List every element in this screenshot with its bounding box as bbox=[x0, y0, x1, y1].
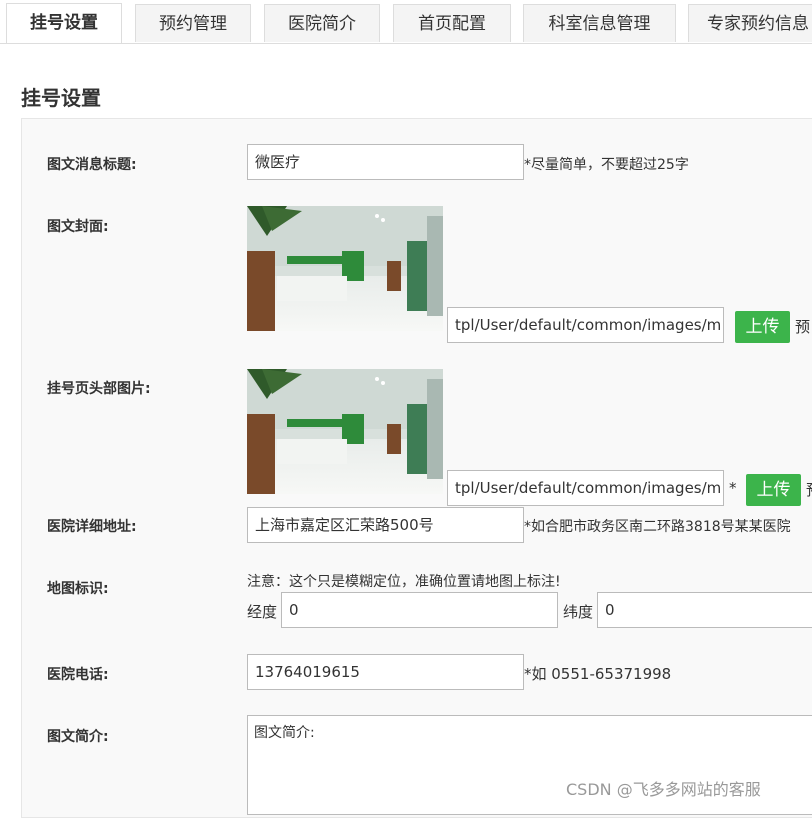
cover-label: 图文封面: bbox=[47, 219, 109, 235]
tab-expert-appointments[interactable]: 专家预约信息 bbox=[688, 4, 812, 42]
news-title-input[interactable]: 微医疗 bbox=[247, 144, 524, 180]
header-image-preview-link[interactable]: 预 bbox=[806, 479, 812, 500]
longitude-label: 经度 bbox=[247, 603, 278, 621]
header-image-path-input[interactable]: tpl/User/default/common/images/m bbox=[447, 470, 724, 506]
news-title-label: 图文消息标题: bbox=[47, 157, 137, 173]
address-input[interactable]: 上海市嘉定区汇荣路500号 bbox=[247, 507, 524, 543]
cover-path-input[interactable]: tpl/User/default/common/images/m bbox=[447, 307, 724, 343]
cover-preview-link[interactable]: 预 bbox=[795, 316, 810, 337]
tab-department-management[interactable]: 科室信息管理 bbox=[523, 4, 676, 42]
tab-registration-settings[interactable]: 挂号设置 bbox=[6, 3, 122, 43]
map-label: 地图标识: bbox=[47, 581, 109, 597]
intro-label: 图文简介: bbox=[47, 729, 109, 745]
tab-bar: 挂号设置 预约管理 医院简介 首页配置 科室信息管理 专家预约信息 bbox=[0, 0, 812, 44]
longitude-input[interactable]: 0 bbox=[281, 592, 558, 628]
news-title-hint: *尽量简单，不要超过25字 bbox=[524, 157, 689, 173]
header-image-required-star: * bbox=[729, 479, 737, 497]
header-image-preview bbox=[247, 369, 443, 494]
cover-image-preview bbox=[247, 206, 443, 331]
page-title: 挂号设置 bbox=[21, 86, 101, 110]
phone-hint: *如 0551-65371998 bbox=[524, 665, 672, 683]
phone-label: 医院电话: bbox=[47, 667, 109, 683]
map-note: 注意：这个只是模糊定位，准确位置请地图上标注! bbox=[247, 574, 561, 590]
watermark: CSDN @飞多多网站的客服 bbox=[566, 780, 761, 799]
latitude-label: 纬度 bbox=[563, 603, 594, 621]
phone-input[interactable]: 13764019615 bbox=[247, 654, 524, 690]
intro-textarea[interactable]: 图文简介: bbox=[247, 715, 812, 815]
cover-upload-button[interactable]: 上传 bbox=[735, 311, 790, 343]
address-hint: *如合肥市政务区南二环路3818号某某医院 bbox=[524, 519, 791, 535]
header-image-upload-button[interactable]: 上传 bbox=[746, 474, 801, 506]
header-image-label: 挂号页头部图片: bbox=[47, 381, 151, 397]
tab-appointment-management[interactable]: 预约管理 bbox=[135, 4, 251, 42]
tab-homepage-config[interactable]: 首页配置 bbox=[393, 4, 511, 42]
latitude-input[interactable]: 0 bbox=[597, 592, 812, 628]
tab-hospital-intro[interactable]: 医院简介 bbox=[264, 4, 380, 42]
address-label: 医院详细地址: bbox=[47, 519, 137, 535]
